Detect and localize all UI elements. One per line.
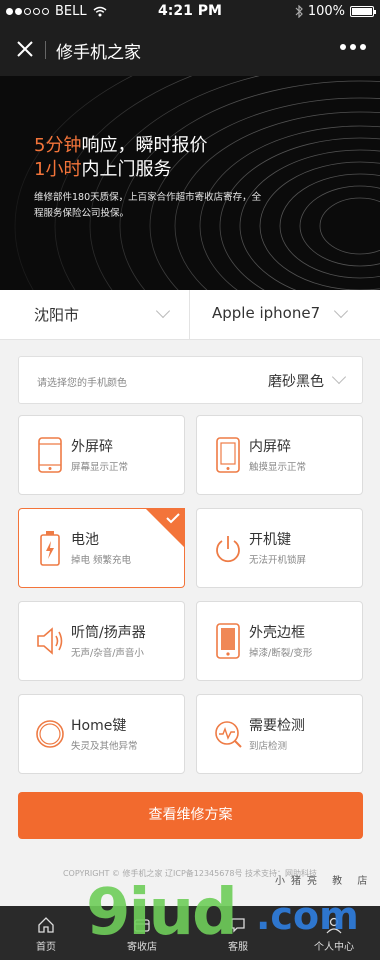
issue-card-frame[interactable]: 外壳边框 掉漆/断裂/变形	[196, 601, 363, 681]
issue-card-battery[interactable]: 电池 掉电 频繁充电	[18, 508, 185, 588]
model-value: Apple iphone7	[212, 304, 321, 322]
issue-card-home-button[interactable]: Home键 失灵及其他异常	[18, 694, 185, 774]
home-button-icon	[36, 720, 64, 748]
copyright-text: COPYRIGHT © 修手机之家 辽ICP备12345678号 技术支持：网助…	[62, 869, 318, 878]
user-icon	[326, 917, 342, 934]
nav-divider	[45, 41, 46, 59]
issue-desc: 屏幕显示正常	[71, 462, 129, 473]
color-select-placeholder: 请选择您的手机颜色	[37, 378, 127, 389]
tab-store[interactable]: 寄收店	[104, 906, 180, 960]
store-icon	[134, 919, 150, 932]
issue-desc: 掉电 频繁充电	[71, 555, 132, 566]
issue-desc: 失灵及其他异常	[71, 741, 138, 752]
banner-headline-1: 5分钟响应，瞬时报价	[34, 135, 208, 156]
issue-desc: 到店检测	[249, 741, 288, 752]
phone-cracked-screen-icon	[38, 437, 62, 473]
home-icon	[38, 917, 54, 933]
navigation-bar: 修手机之家	[0, 24, 380, 76]
issue-card-power-button[interactable]: 开机键 无法开机锁屏	[196, 508, 363, 588]
model-selector[interactable]: Apple iphone7	[190, 290, 380, 340]
issue-card-outer-screen[interactable]: 外屏碎 屏幕显示正常	[18, 415, 185, 495]
issue-name: 听筒/扬声器	[71, 625, 146, 641]
issue-name: 电池	[71, 532, 99, 548]
issue-name: Home键	[71, 718, 127, 734]
color-select-value: 磨砂黑色	[268, 374, 324, 390]
issue-name: 外壳边框	[249, 625, 305, 641]
page-title: 修手机之家	[56, 43, 141, 63]
issue-name: 开机键	[249, 532, 291, 548]
tab-customer-service[interactable]: 客服	[200, 906, 276, 960]
tab-label: 首页	[36, 942, 56, 953]
issue-card-diagnose[interactable]: 需要检测 到店检测	[196, 694, 363, 774]
chevron-down-icon	[331, 369, 347, 385]
issue-desc: 无声/杂音/声音小	[71, 648, 144, 659]
status-right: 100%	[295, 4, 376, 19]
city-value: 沈阳市	[34, 306, 80, 324]
bluetooth-icon	[295, 5, 303, 18]
issue-card-inner-screen[interactable]: 内屏碎 触摸显示正常	[196, 415, 363, 495]
issue-card-speaker[interactable]: 听筒/扬声器 无声/杂音/声音小	[18, 601, 185, 681]
chat-icon	[231, 918, 245, 933]
battery-icon	[40, 531, 60, 566]
issue-desc: 无法开机锁屏	[249, 555, 307, 566]
issue-name: 外屏碎	[71, 439, 113, 455]
phone-frame-icon	[216, 623, 240, 659]
location-model-row: 沈阳市 Apple iphone7	[0, 290, 380, 340]
tab-label: 客服	[228, 942, 248, 953]
selected-check-icon	[145, 508, 185, 548]
city-selector[interactable]: 沈阳市	[0, 290, 190, 340]
chevron-down-icon	[155, 303, 171, 319]
chevron-down-icon	[333, 303, 349, 319]
issue-name: 内屏碎	[249, 439, 291, 455]
view-repair-plan-button[interactable]: 查看维修方案	[18, 792, 363, 839]
power-icon	[216, 536, 240, 563]
banner-subtitle: 维修部件180天质保，上百家合作超市寄收店寄存，全程服务保险公司投保。	[34, 192, 262, 219]
bottom-tab-bar: 首页 寄收店 客服 个人中心	[0, 906, 380, 960]
speaker-icon	[37, 627, 63, 655]
issue-name: 需要检测	[249, 718, 305, 734]
more-options-icon[interactable]	[340, 44, 366, 50]
diagnose-icon	[215, 721, 242, 748]
phone-inner-screen-icon	[216, 437, 240, 473]
promo-banner: 5分钟响应，瞬时报价 1小时内上门服务 维修部件180天质保，上百家合作超市寄收…	[0, 76, 380, 290]
banner-headline-2: 1小时内上门服务	[34, 159, 172, 180]
color-select[interactable]: 请选择您的手机颜色 磨砂黑色	[18, 356, 363, 404]
issue-desc: 触摸显示正常	[249, 462, 307, 473]
tab-home[interactable]: 首页	[8, 906, 84, 960]
banner-background-rings	[0, 76, 380, 290]
battery-percent: 100%	[307, 4, 345, 19]
tab-profile[interactable]: 个人中心	[296, 906, 372, 960]
tab-label: 个人中心	[314, 942, 354, 953]
close-icon[interactable]	[14, 38, 36, 60]
tab-label: 寄收店	[127, 942, 157, 953]
status-bar: BELL 4:21 PM 100%	[0, 0, 380, 24]
battery-icon	[350, 6, 376, 17]
issue-desc: 掉漆/断裂/变形	[249, 648, 313, 659]
